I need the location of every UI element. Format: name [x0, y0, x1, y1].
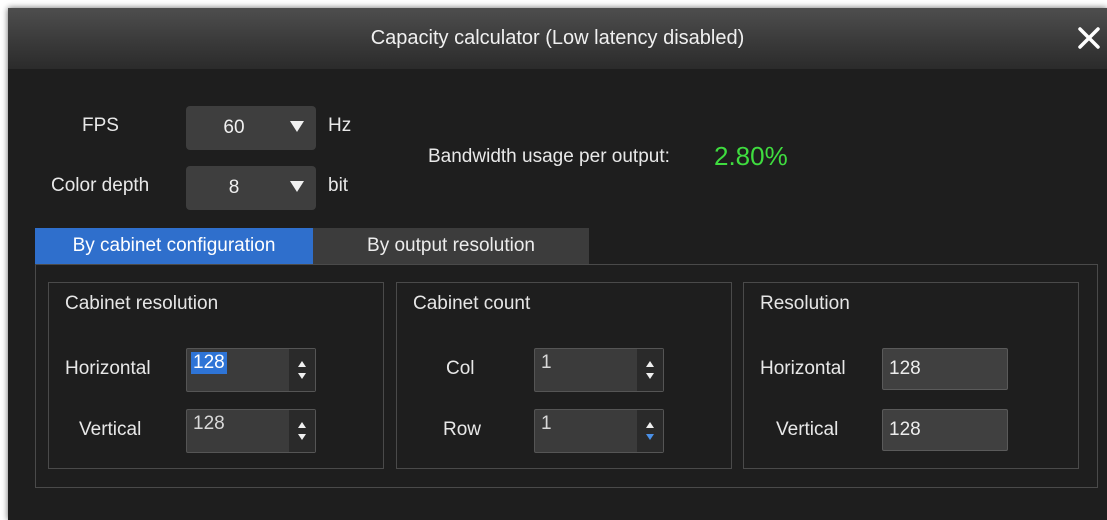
- col-label: Col: [446, 358, 475, 379]
- bandwidth-value: 2.80%: [714, 141, 788, 171]
- window-title: Capacity calculator (Low latency disable…: [370, 27, 745, 49]
- bandwidth-label: Bandwidth usage per output:: [428, 146, 670, 167]
- cabinet-resolution-group: Cabinet resolution Horizontal 128 Vertic…: [48, 282, 384, 469]
- tab-panel: Cabinet resolution Horizontal 128 Vertic…: [35, 264, 1098, 488]
- row-label: Row: [443, 419, 482, 440]
- capacity-calculator-dialog: Capacity calculator (Low latency disable…: [8, 8, 1107, 520]
- vertical-label: Vertical: [79, 419, 142, 440]
- tab-by-cabinet-configuration[interactable]: By cabinet configuration: [35, 228, 313, 264]
- fps-unit: Hz: [328, 115, 352, 136]
- color-depth-dropdown[interactable]: 8: [186, 166, 316, 210]
- fps-label: FPS: [82, 115, 119, 136]
- tab-by-output-resolution[interactable]: By output resolution: [313, 228, 589, 264]
- resolution-horizontal-field: 128: [882, 348, 1008, 390]
- color-depth-label: Color depth: [51, 175, 150, 196]
- group-title: Cabinet count: [413, 293, 531, 314]
- close-button[interactable]: [1071, 20, 1107, 56]
- spinbox-buttons[interactable]: [289, 410, 315, 452]
- cabinet-col-spinbox[interactable]: 1: [534, 348, 664, 392]
- fps-value: 60: [223, 117, 245, 138]
- close-icon: [1078, 27, 1100, 49]
- color-depth-value: 8: [228, 177, 240, 198]
- fps-dropdown[interactable]: 60: [186, 106, 316, 150]
- up-down-arrows-icon: [298, 422, 306, 440]
- vertical-label: Vertical: [776, 419, 839, 440]
- spinbox-buttons[interactable]: [289, 349, 315, 391]
- group-title: Resolution: [760, 293, 850, 314]
- title-bar[interactable]: Capacity calculator (Low latency disable…: [8, 8, 1107, 69]
- up-down-arrows-icon: [646, 361, 654, 379]
- triangle-down-icon: [290, 121, 304, 132]
- resolution-vertical-field: 128: [882, 409, 1008, 451]
- spinbox-buttons[interactable]: [637, 410, 663, 452]
- horizontal-label: Horizontal: [760, 358, 846, 379]
- resolution-group: Resolution Horizontal 128 Vertical 128: [743, 282, 1079, 469]
- cabinet-horizontal-spinbox[interactable]: 128: [186, 348, 316, 392]
- spinbox-value: 1: [541, 352, 552, 373]
- group-title: Cabinet resolution: [65, 293, 219, 314]
- cabinet-row-spinbox[interactable]: 1: [534, 409, 664, 453]
- spinbox-value: 128: [191, 352, 227, 374]
- spinbox-value: 128: [193, 413, 225, 434]
- cabinet-vertical-spinbox[interactable]: 128: [186, 409, 316, 453]
- up-down-arrows-icon: [646, 422, 654, 440]
- color-depth-unit: bit: [328, 175, 349, 196]
- spinbox-value: 1: [541, 413, 552, 434]
- triangle-down-icon: [290, 181, 304, 192]
- up-down-arrows-icon: [298, 361, 306, 379]
- horizontal-label: Horizontal: [65, 358, 151, 379]
- cabinet-count-group: Cabinet count Col 1 Row 1: [396, 282, 732, 469]
- spinbox-buttons[interactable]: [637, 349, 663, 391]
